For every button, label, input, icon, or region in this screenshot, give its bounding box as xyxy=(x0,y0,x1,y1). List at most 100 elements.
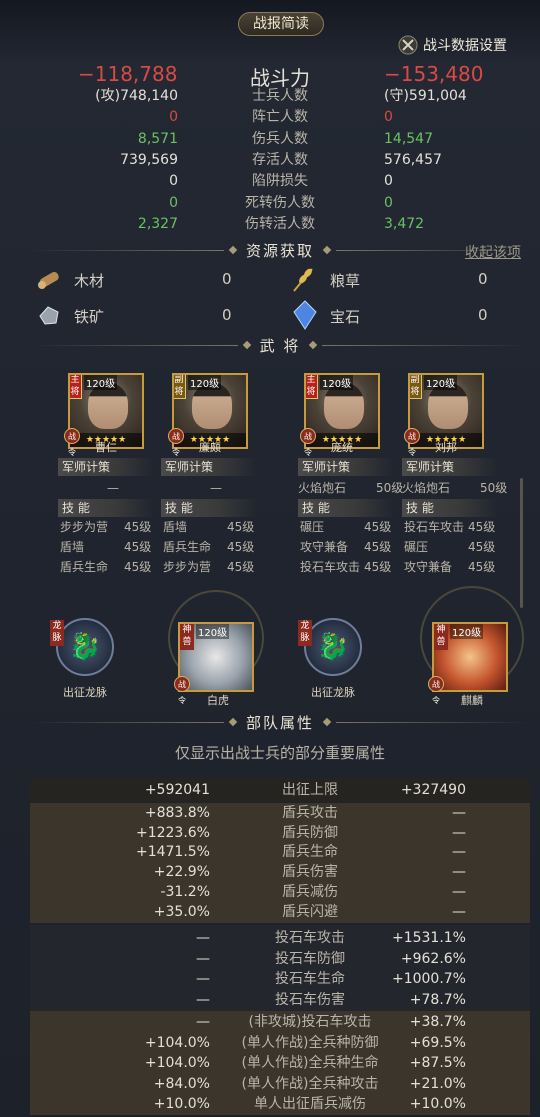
defender-attribute: +87.5% xyxy=(409,1055,466,1071)
skill-level: 45级 xyxy=(468,540,496,554)
stat-label: 伤兵人数 xyxy=(252,130,308,147)
resource-label-gem: 宝石 xyxy=(330,308,361,326)
general-level: 120级 xyxy=(424,375,458,390)
defender-attribute: +78.7% xyxy=(409,991,466,1008)
attacker-stat: (攻)748,140 xyxy=(95,88,178,104)
defender-attribute: +1000.7% xyxy=(391,971,466,987)
skill-level: 45级 xyxy=(364,540,392,554)
skill-name: 碾压 xyxy=(404,540,429,554)
stat-label: 阵亡人数 xyxy=(252,109,308,126)
skill-level: 45级 xyxy=(124,560,152,574)
skills-header: 技 能 xyxy=(161,499,257,517)
pet-war-badge: 战令 xyxy=(428,676,444,705)
defender-stat: 0 xyxy=(384,173,393,190)
troop-attribute-row: +1471.5% 盾兵生命 — xyxy=(30,842,530,862)
troop-attribute-row: +10.0% 单人出征盾兵减伤 +10.0% xyxy=(30,1094,530,1114)
troops-title: 部队属性 xyxy=(246,713,315,732)
strategy-header: 军师计策 xyxy=(161,458,257,476)
defender-attribute: +327490 xyxy=(400,782,466,798)
report-title: 战报简读 xyxy=(238,12,324,36)
resource-value-wood: 0 xyxy=(222,270,232,288)
attacker-stat: 0 xyxy=(169,173,178,190)
skill-name: 盾兵生命 xyxy=(163,540,212,554)
skill-name: 攻守兼备 xyxy=(300,540,349,554)
attacker-stat: 739,569 xyxy=(120,151,178,168)
battle-data-settings-label: 战斗数据设置 xyxy=(423,38,507,54)
strategy-level: 50级 xyxy=(480,481,508,495)
pet-label: 出征龙脉 xyxy=(63,686,107,699)
defender-attribute: +21.0% xyxy=(409,1075,466,1092)
attacker-stat: 2,327 xyxy=(137,215,178,232)
resource-label-grain: 粮草 xyxy=(330,272,361,290)
resources-title: 资源获取 xyxy=(246,241,315,260)
pet-label: 白虎 xyxy=(207,694,229,707)
attacker-power: −118,788 xyxy=(78,62,178,86)
pet-tag: 龙脉 xyxy=(298,620,312,646)
attacker-stat: 8,571 xyxy=(137,130,178,147)
defender-attribute: — xyxy=(452,903,466,920)
generals-scrollbar[interactable] xyxy=(520,478,523,608)
general-role-badge: 副将 xyxy=(410,375,422,399)
generals-header: 武 将 xyxy=(30,334,530,356)
generals-title: 武 将 xyxy=(259,336,301,355)
resource-value-iron: 0 xyxy=(222,306,232,324)
troop-attribute-row: +592041 出征上限 +327490 xyxy=(30,780,530,800)
iron-icon xyxy=(36,302,62,328)
general-name: 刘邦 xyxy=(435,441,457,454)
attacker-stat: 0 xyxy=(169,109,178,126)
pet-label: 麒麟 xyxy=(461,694,483,707)
strategy-name: — xyxy=(107,481,119,495)
pet-war-badge: 战令 xyxy=(174,676,190,705)
skill-name: 盾兵生命 xyxy=(60,560,109,574)
skill-name: 投石车攻击 xyxy=(300,560,361,574)
defender-stat: 576,457 xyxy=(384,151,442,168)
skills-header: 技 能 xyxy=(58,499,154,517)
skill-level: 45级 xyxy=(124,540,152,554)
troop-attribute-row: +22.9% 盾兵伤害 — xyxy=(30,862,530,882)
collapse-section-link[interactable]: 收起该项 xyxy=(465,242,521,262)
resources-header: 资源获取 xyxy=(30,239,531,261)
skills-header: 技 能 xyxy=(298,499,394,517)
defender-stat: 3,472 xyxy=(384,215,425,232)
dragon-vein-pet[interactable]: 🐉 龙脉 xyxy=(50,618,114,676)
skill-level: 45级 xyxy=(468,560,496,574)
resource-label-wood: 木材 xyxy=(74,272,105,290)
skill-name: 攻守兼备 xyxy=(404,560,453,574)
defender-attribute: — xyxy=(452,883,466,900)
defender-attribute: — xyxy=(452,805,466,821)
troop-attribute-row: +1223.6% 盾兵防御 — xyxy=(30,823,530,843)
general-name: 廉颇 xyxy=(199,441,221,454)
troop-attribute-row: — (非攻城)投石车攻击 +38.7% xyxy=(30,1012,530,1032)
defender-attribute: +1531.1% xyxy=(391,930,466,946)
general-name: 庞统 xyxy=(331,441,353,454)
skill-name: 步步为营 xyxy=(163,560,212,574)
stat-label: 死转伤人数 xyxy=(245,194,315,211)
general-role-badge: 副将 xyxy=(174,375,186,399)
troop-attribute-row: +104.0% (单人作战)全兵种生命 +87.5% xyxy=(30,1053,530,1073)
skill-name: 盾墙 xyxy=(163,520,188,534)
strategy-header: 军师计策 xyxy=(58,458,154,476)
defender-attribute: — xyxy=(452,844,466,861)
defender-attribute: +38.7% xyxy=(409,1014,466,1030)
pet-label: 出征龙脉 xyxy=(311,686,355,699)
troop-attribute-row: +883.8% 盾兵攻击 — xyxy=(30,803,530,823)
resource-value-gem: 0 xyxy=(478,306,488,324)
skill-level: 45级 xyxy=(227,560,255,574)
red-dragon-icon: 🐉 xyxy=(68,632,102,662)
troop-attribute-row: +35.0% 盾兵闪避 — xyxy=(30,902,530,922)
skill-level: 45级 xyxy=(227,520,255,534)
general-level: 120级 xyxy=(188,375,222,390)
defender-attribute: — xyxy=(452,824,466,841)
dragon-vein-pet[interactable]: 🐉 龙脉 xyxy=(298,618,362,676)
skill-name: 碾压 xyxy=(300,520,325,534)
stat-label: 士兵人数 xyxy=(252,88,308,104)
battle-data-settings-button[interactable]: 战斗数据设置 xyxy=(398,34,532,56)
troops-subtitle: 仅显示出战士兵的部分重要属性 xyxy=(174,744,385,762)
strategy-level: 50级 xyxy=(376,481,404,495)
troop-attribute-row: — 投石车伤害 +78.7% xyxy=(30,990,530,1010)
general-name: 曹仁 xyxy=(95,441,117,454)
strategy-header: 军师计策 xyxy=(402,458,498,476)
pet-level: 120级 xyxy=(450,624,484,639)
resource-value-grain: 0 xyxy=(478,270,488,288)
defender-stat: 0 xyxy=(384,109,393,126)
